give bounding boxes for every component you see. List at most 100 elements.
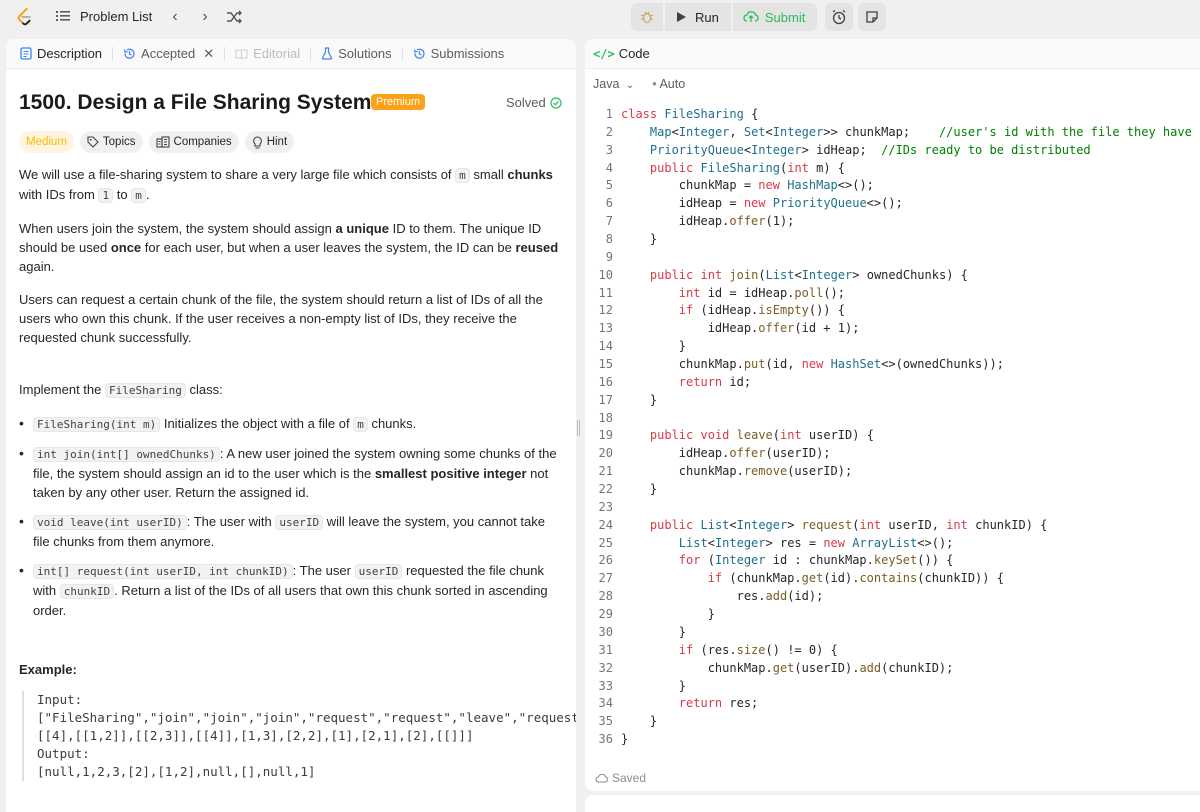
code-line[interactable]: 3 PriorityQueue<Integer> idHeap; //IDs r… (585, 142, 1200, 160)
code-line[interactable]: 30 } (585, 624, 1200, 642)
code-line[interactable]: 1 class FileSharing { (585, 106, 1200, 124)
leetcode-logo-icon[interactable] (14, 6, 36, 28)
run-toolbar: Run Submit (631, 3, 818, 31)
timer-button[interactable] (825, 3, 853, 31)
language-select[interactable]: Java ⌄ (593, 77, 634, 91)
panel-resize-handle[interactable] (577, 420, 581, 444)
code-line[interactable]: 9 (585, 249, 1200, 267)
solved-status: Solved (506, 95, 562, 110)
code-line[interactable]: 29 } (585, 606, 1200, 624)
shuffle-icon[interactable] (224, 7, 244, 27)
line-number: 22 (598, 482, 613, 497)
code-header: </> Code (585, 39, 1200, 69)
code-text: PriorityQueue<Integer> idHeap; //IDs rea… (649, 142, 1091, 157)
hint-pill[interactable]: Hint (244, 131, 295, 153)
lightbulb-icon (252, 135, 262, 149)
line-number: 33 (598, 678, 613, 693)
code-line[interactable]: 23 (585, 499, 1200, 517)
code-text: chunkMap.put(id, new HashSet<>(ownedChun… (621, 357, 1004, 372)
tab-editorial[interactable]: Editorial (231, 39, 304, 69)
topics-pill[interactable]: Topics (79, 131, 143, 153)
tab-description[interactable]: Description (16, 39, 106, 69)
code-line[interactable]: 22 } (585, 481, 1200, 499)
code-text: idHeap = new PriorityQueue<>(); (621, 196, 903, 211)
code-line[interactable]: 24 public List<Integer> request(int user… (585, 517, 1200, 535)
description-panel: Description Accepted ✕ Editorial Solutio… (6, 39, 576, 812)
code-line[interactable]: 26 for (Integer id : chunkMap.keySet()) … (585, 552, 1200, 570)
tab-solutions[interactable]: Solutions (317, 39, 395, 69)
code-text: idHeap.offer(id + 1); (621, 321, 860, 336)
code-line[interactable]: 31 if (res.size() != 0) { (585, 642, 1200, 660)
code-text: if (chunkMap.get(id).contains(chunkID)) … (707, 571, 1004, 586)
chevron-left-icon[interactable]: ‹ (165, 7, 185, 27)
notes-button[interactable] (858, 3, 886, 31)
code-line[interactable]: 34 return res; (585, 695, 1200, 713)
code-line[interactable]: 11 int id = idHeap.poll(); (585, 285, 1200, 303)
line-number: 3 (605, 142, 613, 157)
code-text: List<Integer> res = new ArrayList<>(); (678, 535, 954, 550)
line-number: 26 (598, 553, 613, 568)
code-line[interactable]: 27 if (chunkMap.get(id).contains(chunkID… (585, 570, 1200, 588)
code-text: chunkMap.remove(userID); (621, 464, 853, 479)
problem-title: 1500. Design a File Sharing System (19, 91, 372, 114)
problem-list-link[interactable]: Problem List (80, 9, 152, 24)
code-line[interactable]: 18 (585, 410, 1200, 428)
testcase-panel (585, 795, 1200, 812)
code-editor[interactable]: 1 class FileSharing {2 Map<Integer, Set<I… (585, 106, 1200, 749)
example-block: Input: ["FileSharing","join","join","joi… (22, 691, 576, 781)
code-line[interactable]: 17 } (585, 392, 1200, 410)
code-line[interactable]: 2 Map<Integer, Set<Integer>> chunkMap; /… (585, 124, 1200, 142)
code-text: } (621, 678, 687, 693)
code-line[interactable]: 6 idHeap = new PriorityQueue<>(); (585, 195, 1200, 213)
code-line[interactable]: 33 } (585, 678, 1200, 696)
tab-submissions[interactable]: Submissions (409, 39, 509, 69)
code-line[interactable]: 4 public FileSharing(int m) { (585, 160, 1200, 178)
code-line[interactable]: 25 List<Integer> res = new ArrayList<>()… (585, 535, 1200, 553)
cloud-icon (595, 773, 608, 783)
code-line[interactable]: 35 } (585, 713, 1200, 731)
code-line[interactable]: 36} (585, 731, 1200, 749)
code-line[interactable]: 32 chunkMap.get(userID).add(chunkID); (585, 660, 1200, 678)
line-number: 27 (598, 571, 613, 586)
submit-button[interactable]: Submit (732, 3, 818, 31)
code-line[interactable]: 28 res.add(id); (585, 588, 1200, 606)
code-text: } (621, 339, 687, 354)
code-line[interactable]: 7 idHeap.offer(1); (585, 213, 1200, 231)
code-line[interactable]: 20 idHeap.offer(userID); (585, 445, 1200, 463)
code-text: } (621, 732, 629, 747)
tab-accepted[interactable]: Accepted ✕ (119, 39, 218, 69)
flask-icon (321, 47, 333, 60)
code-line[interactable]: 16 return id; (585, 374, 1200, 392)
chevron-right-icon[interactable]: › (195, 7, 215, 27)
list-item: void leave(int userID): The user with us… (19, 512, 559, 551)
code-line[interactable]: 21 chunkMap.remove(userID); (585, 463, 1200, 481)
tab-divider (401, 46, 403, 61)
description-paragraph: When users join the system, the system s… (19, 221, 559, 274)
building-icon (155, 136, 170, 148)
code-text: public List<Integer> request(int userID,… (649, 517, 1048, 532)
companies-pill[interactable]: Companies (148, 131, 239, 153)
code-line[interactable]: 10 public int join(List<Integer> ownedCh… (585, 267, 1200, 285)
debug-button[interactable] (631, 3, 663, 31)
check-circle-icon (550, 96, 562, 109)
history-icon (123, 48, 135, 59)
code-line[interactable]: 5 chunkMap = new HashMap<>(); (585, 177, 1200, 195)
code-text: class FileSharing { (621, 107, 759, 121)
line-number: 23 (598, 499, 613, 514)
code-line[interactable]: 12 if (idHeap.isEmpty()) { (585, 302, 1200, 320)
code-text: public void leave(int userID) { (649, 428, 874, 443)
code-line[interactable]: 14 } (585, 338, 1200, 356)
code-line[interactable]: 13 idHeap.offer(id + 1); (585, 320, 1200, 338)
list-item: FileSharing(int m) Initializes the objec… (19, 414, 559, 434)
code-line[interactable]: 19 public void leave(int userID) { (585, 427, 1200, 445)
code-line[interactable]: 8 } (585, 231, 1200, 249)
list-item: int[] request(int userID, int chunkID): … (19, 561, 559, 620)
code-line[interactable]: 15 chunkMap.put(id, new HashSet<>(ownedC… (585, 356, 1200, 374)
code-text: if (res.size() != 0) { (678, 642, 838, 657)
line-number: 2 (605, 124, 613, 139)
close-tab-icon[interactable]: ✕ (203, 46, 214, 62)
run-button[interactable]: Run (665, 3, 731, 31)
top-bar: Problem List ‹ › Run Submit (0, 0, 1200, 34)
auto-mode[interactable]: • Auto (652, 77, 685, 91)
line-number: 10 (598, 267, 613, 282)
